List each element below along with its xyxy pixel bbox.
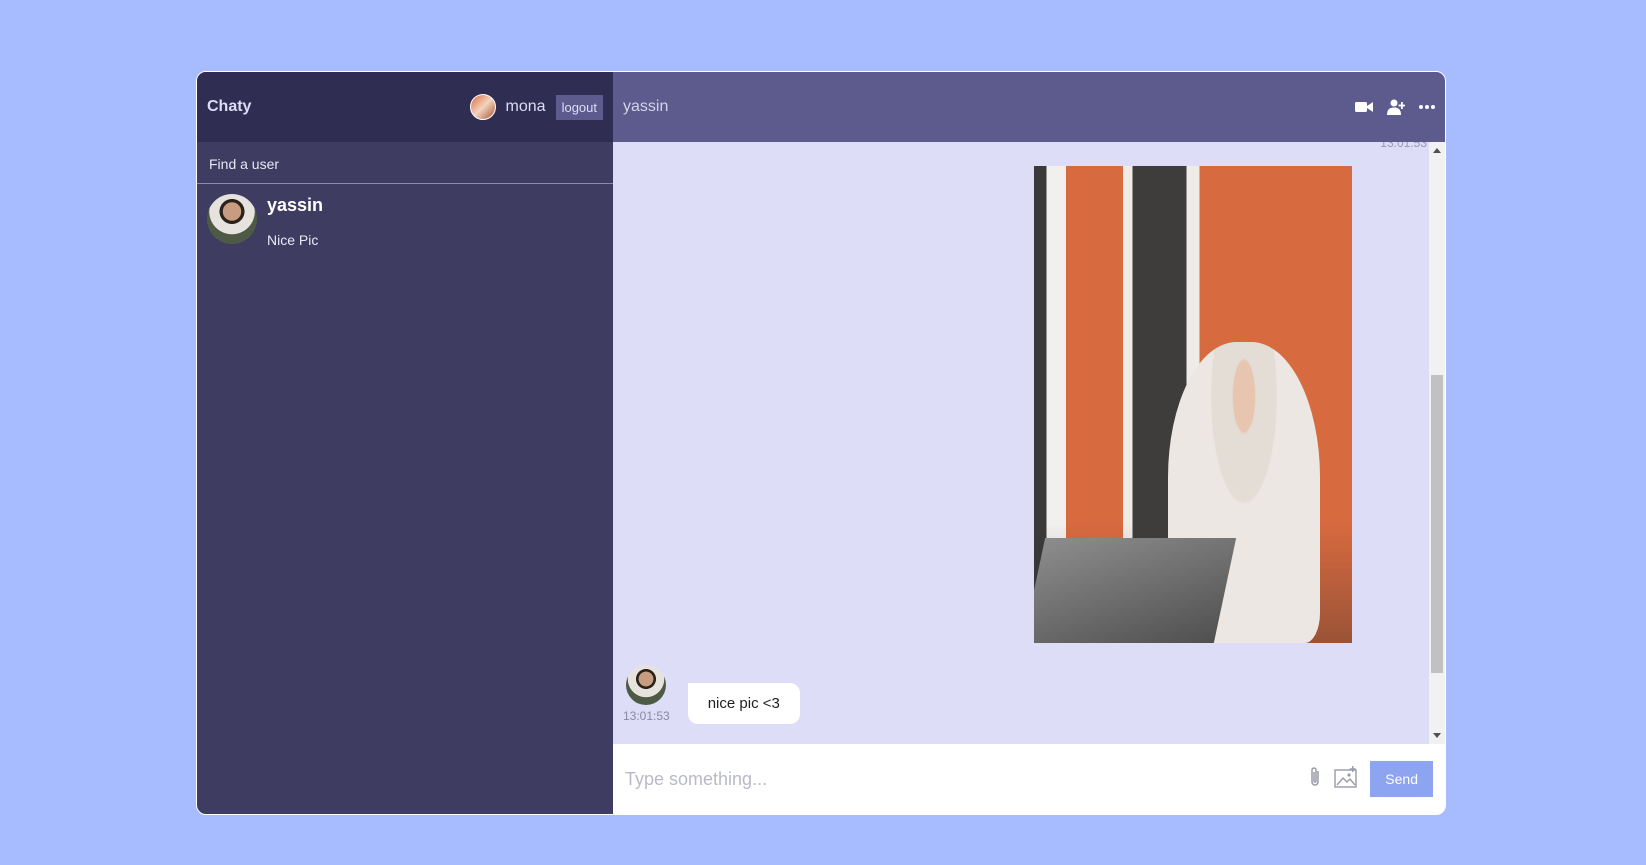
scroll-thumb[interactable] — [1431, 375, 1443, 673]
sidebar-navbar: Chaty mona logout — [197, 72, 613, 142]
sidebar: Chaty mona logout yassin Nice Pic — [197, 72, 613, 814]
current-user-avatar — [469, 94, 496, 120]
send-button[interactable]: Send — [1370, 761, 1433, 797]
chat-header: yassin — [613, 72, 1445, 142]
current-user: mona logout — [469, 94, 603, 120]
add-user-icon[interactable] — [1387, 99, 1405, 115]
add-image-icon[interactable] — [1334, 765, 1358, 793]
find-user-input[interactable] — [197, 142, 613, 183]
chat-user-info: yassin Nice Pic — [267, 194, 323, 248]
message-bubble: nice pic <3 — [687, 683, 800, 724]
chat-list-item[interactable]: yassin Nice Pic — [197, 184, 613, 258]
message-time: 13:01:53 — [1380, 142, 1427, 150]
chat-app-window: Chaty mona logout yassin Nice Pic yassin — [196, 71, 1446, 815]
current-user-name: mona — [505, 98, 546, 115]
scroll-up-arrow-icon[interactable] — [1433, 148, 1441, 153]
message-input-bar: Send — [613, 744, 1445, 814]
received-message: 13:01:53 nice pic <3 — [623, 665, 800, 724]
chat-panel: yassin 13:01:53 13:01:53 nice pic <3 Typ… — [613, 72, 1445, 814]
message-time: 13:01:53 — [623, 709, 670, 723]
chat-user-avatar — [207, 194, 257, 244]
app-logo: Chaty — [207, 98, 252, 115]
sent-image[interactable] — [1034, 166, 1352, 643]
attach-file-icon[interactable] — [1308, 766, 1322, 793]
chat-user-name: yassin — [267, 195, 324, 215]
more-icon[interactable] — [1419, 105, 1435, 109]
message-input[interactable] — [625, 768, 1309, 790]
chat-header-icons — [1355, 99, 1435, 115]
message-meta: 13:01:53 — [623, 665, 670, 723]
sender-avatar — [626, 665, 667, 705]
user-search — [197, 142, 613, 184]
messages-area[interactable]: 13:01:53 13:01:53 nice pic <3 — [613, 142, 1445, 744]
scroll-down-arrow-icon[interactable] — [1433, 733, 1441, 738]
chat-title: yassin — [623, 98, 669, 115]
video-camera-icon[interactable] — [1355, 100, 1373, 114]
send-area: Send — [1308, 761, 1433, 797]
chat-last-message: Nice Pic — [267, 232, 319, 248]
image-laptop — [1034, 538, 1236, 643]
messages-scrollbar[interactable] — [1429, 142, 1445, 744]
logout-button[interactable]: logout — [555, 94, 603, 120]
